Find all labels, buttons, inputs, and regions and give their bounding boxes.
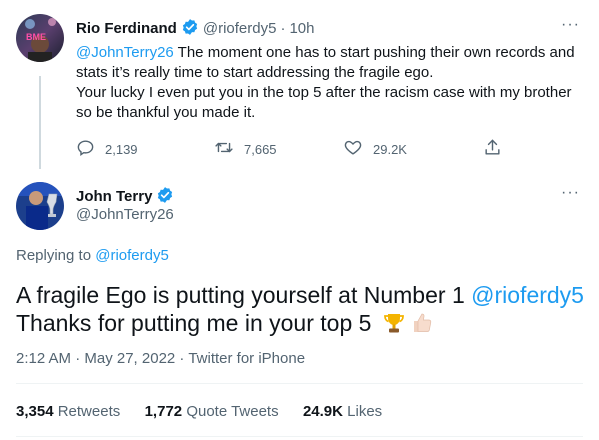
thread-line xyxy=(39,76,41,169)
text-line-2: stats it’s really time to start addressi… xyxy=(76,64,434,81)
author-handle[interactable]: @rioferdy5 xyxy=(203,20,277,37)
like-action[interactable]: 29.2K xyxy=(343,138,407,160)
avatar-overlay-text: BME xyxy=(26,32,46,42)
retweet-icon xyxy=(214,138,234,160)
reply-count: 2,139 xyxy=(105,141,138,157)
reply-action[interactable]: 2,139 xyxy=(76,138,138,160)
replying-to-label: Replying to xyxy=(16,247,96,264)
mention-link[interactable]: @rioferdy5 xyxy=(471,282,584,308)
retweets-stat[interactable]: 3,354 Retweets xyxy=(16,403,120,420)
text-line-3: Your lucky I even put you in the top 5 a… xyxy=(76,84,572,101)
dot-separator: · xyxy=(280,20,286,37)
text-line-1: The moment one has to start pushing thei… xyxy=(173,44,575,61)
reply-icon xyxy=(76,138,95,160)
likes-count: 24.9K xyxy=(302,403,343,420)
avatar-john-terry[interactable] xyxy=(16,182,64,230)
more-options-button[interactable]: ··· xyxy=(561,16,580,34)
retweets-label: Retweets xyxy=(57,403,121,420)
quotes-count: 1,772 xyxy=(144,403,183,420)
retweets-count: 3,354 xyxy=(16,403,54,420)
author-name[interactable]: Rio Ferdinand xyxy=(76,20,177,37)
likes-label: Likes xyxy=(347,403,383,420)
divider xyxy=(16,383,583,384)
main-tweet-text: A fragile Ego is putting yourself at Num… xyxy=(16,281,591,337)
share-icon xyxy=(483,139,502,161)
text-line-1: A fragile Ego is putting yourself at Num… xyxy=(16,282,472,308)
tweet-stats: 3,354 Retweets 1,772 Quote Tweets 24.9K … xyxy=(16,403,382,420)
avatar-image xyxy=(16,182,64,230)
text-line-4: so be thankful you made it. xyxy=(76,104,256,121)
retweet-action[interactable]: 7,665 xyxy=(214,138,277,160)
avatar-image: BME xyxy=(16,14,64,62)
share-button[interactable] xyxy=(483,138,502,162)
reply-header: Rio Ferdinand @rioferdy5 · 10h xyxy=(76,18,314,41)
more-options-button[interactable]: ··· xyxy=(561,184,580,202)
likes-stat[interactable]: 24.9K Likes xyxy=(303,403,382,420)
tweet-time[interactable]: 10h xyxy=(289,20,314,37)
author-name[interactable]: John Terry xyxy=(76,188,152,205)
verified-badge-icon xyxy=(181,18,199,41)
thumbs-up-icon xyxy=(410,311,434,335)
heart-icon xyxy=(343,138,363,160)
quote-tweets-stat[interactable]: 1,772 Quote Tweets xyxy=(145,403,279,420)
replying-to-link[interactable]: @rioferdy5 xyxy=(95,247,169,264)
like-count: 29.2K xyxy=(373,141,407,157)
replying-to: Replying to @rioferdy5 xyxy=(16,247,169,264)
trophy-icon xyxy=(382,311,406,335)
tweet-timestamp[interactable]: 2:12 AM · May 27, 2022 · Twitter for iPh… xyxy=(16,350,305,367)
mention-link[interactable]: @JohnTerry26 xyxy=(76,44,174,61)
avatar-rio-ferdinand[interactable]: BME xyxy=(16,14,64,62)
reply-tweet-text: @JohnTerry26 The moment one has to start… xyxy=(76,43,586,123)
divider xyxy=(16,436,583,437)
quotes-label: Quote Tweets xyxy=(186,403,279,420)
retweet-count: 7,665 xyxy=(244,141,277,157)
author-handle[interactable]: @JohnTerry26 xyxy=(76,206,174,223)
text-line-2: Thanks for putting me in your top 5 xyxy=(16,310,378,336)
